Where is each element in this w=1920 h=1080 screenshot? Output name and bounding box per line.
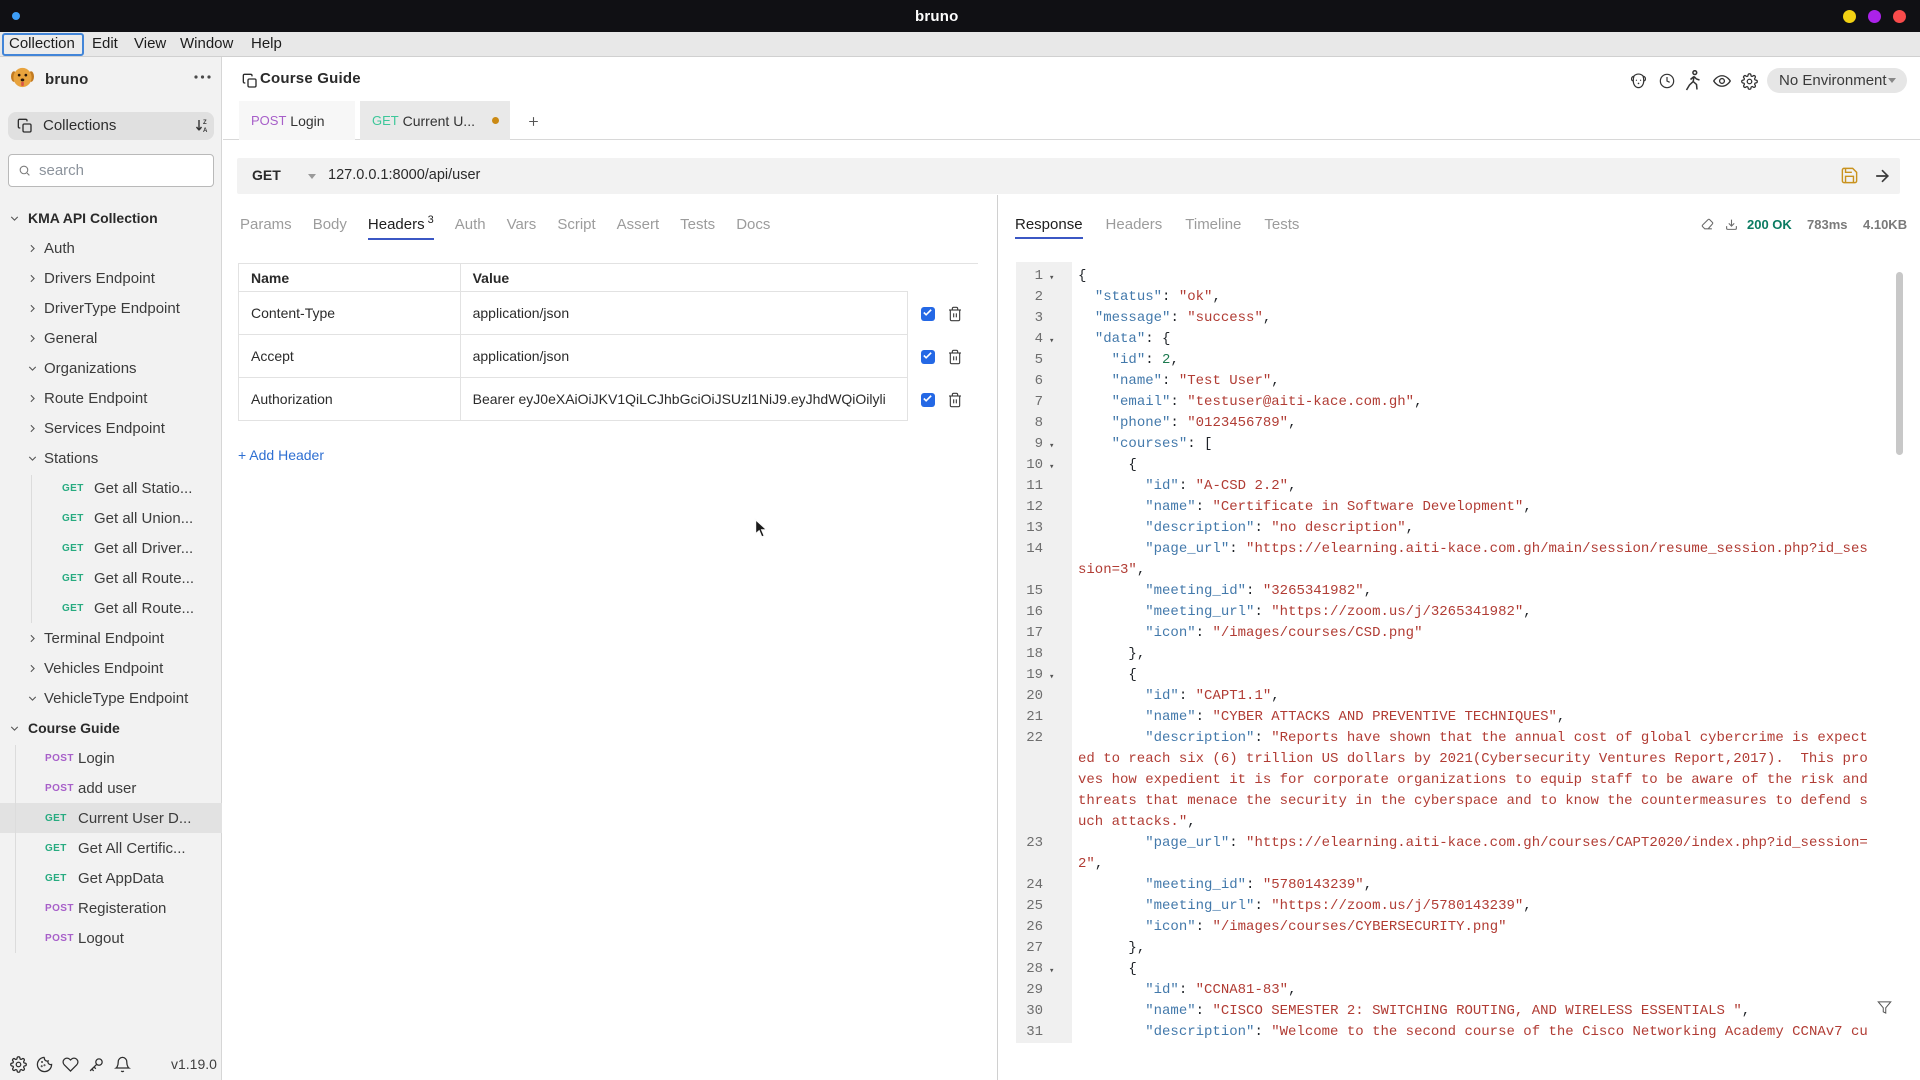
svg-text:A: A — [203, 128, 208, 134]
svg-text:Z: Z — [203, 120, 207, 126]
